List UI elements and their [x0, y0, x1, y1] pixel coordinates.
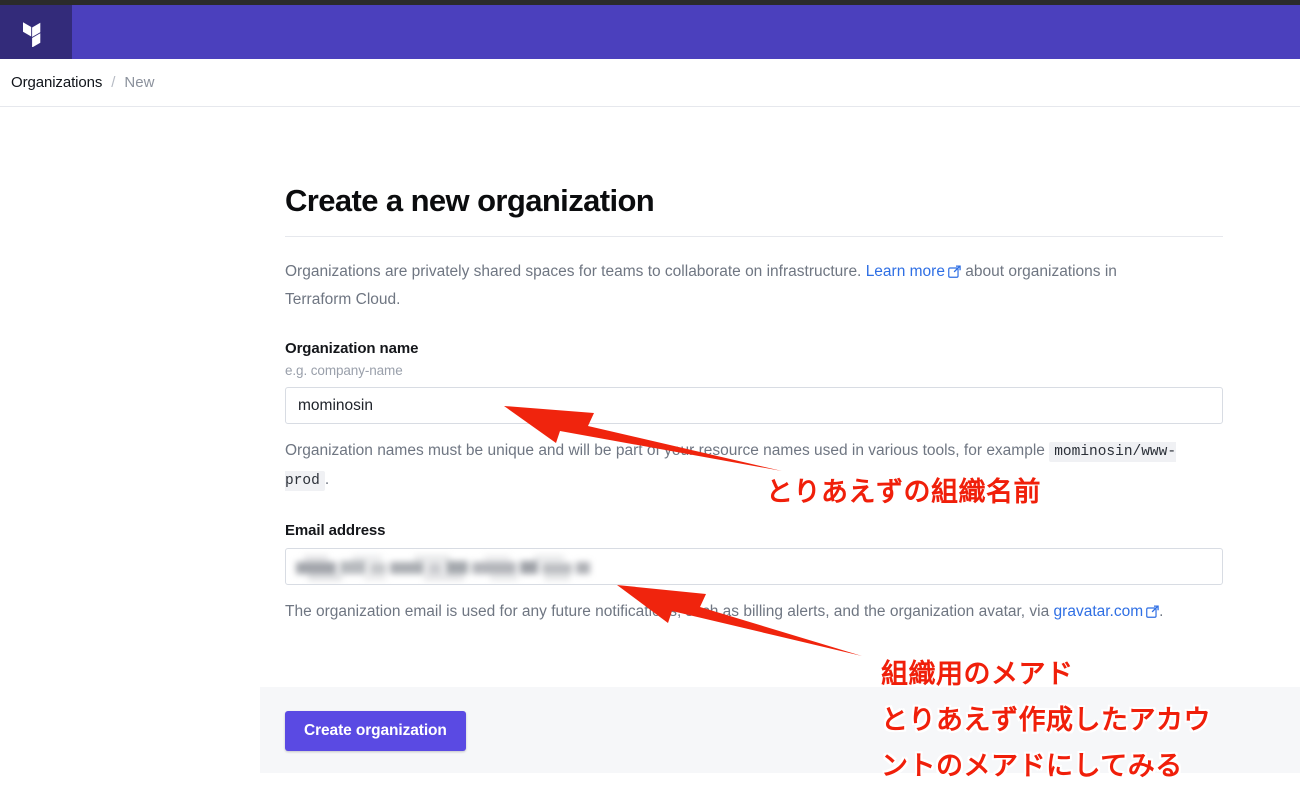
new-organization-form: Create a new organization Organizations … [285, 182, 1223, 628]
learn-more-link[interactable]: Learn more [866, 263, 945, 280]
organization-name-help-part2: . [324, 471, 330, 489]
title-divider [285, 236, 1223, 238]
organization-name-label: Organization name [285, 340, 419, 358]
email-address-label: Email address [285, 522, 386, 540]
intro-text-part1: Organizations are privately shared space… [285, 263, 866, 281]
email-redaction-blur [294, 553, 590, 582]
breadcrumb-current-new: New [124, 74, 155, 91]
terraform-logo-icon [23, 21, 41, 47]
organization-name-help: Organization names must be unique and wi… [285, 437, 1185, 495]
external-link-icon [948, 261, 961, 287]
app-header [0, 5, 1300, 59]
external-link-icon [1146, 600, 1159, 628]
gravatar-link[interactable]: gravatar.com [1054, 603, 1144, 620]
breadcrumb: Organizations / New [0, 59, 1300, 107]
annotation-email-line1: 組織用のメアド [881, 659, 1074, 690]
page-root: Organizations / New Create a new organiz… [0, 0, 1300, 810]
email-address-help: The organization email is used for any f… [285, 598, 1185, 628]
breadcrumb-organizations-link[interactable]: Organizations [11, 74, 102, 91]
create-organization-button[interactable]: Create organization [285, 711, 466, 751]
organization-name-hint: e.g. company-name [285, 363, 403, 379]
organization-name-field-block: Organization name e.g. company-name Orga… [285, 340, 1223, 495]
email-address-input[interactable] [285, 548, 1223, 586]
email-help-part1: The organization email is used for any f… [285, 603, 1054, 621]
terraform-logo-tile[interactable] [0, 5, 72, 59]
organization-name-input[interactable] [285, 387, 1223, 425]
form-action-band: Create organization [260, 687, 1300, 773]
email-address-field-block: Email address The organization email is … [285, 522, 1223, 628]
organization-name-help-part1: Organization names must be unique and wi… [285, 442, 1050, 460]
intro-paragraph: Organizations are privately shared space… [285, 259, 1133, 313]
email-help-part2: . [1159, 603, 1164, 621]
breadcrumb-separator: / [111, 74, 116, 91]
page-title: Create a new organization [285, 183, 655, 218]
